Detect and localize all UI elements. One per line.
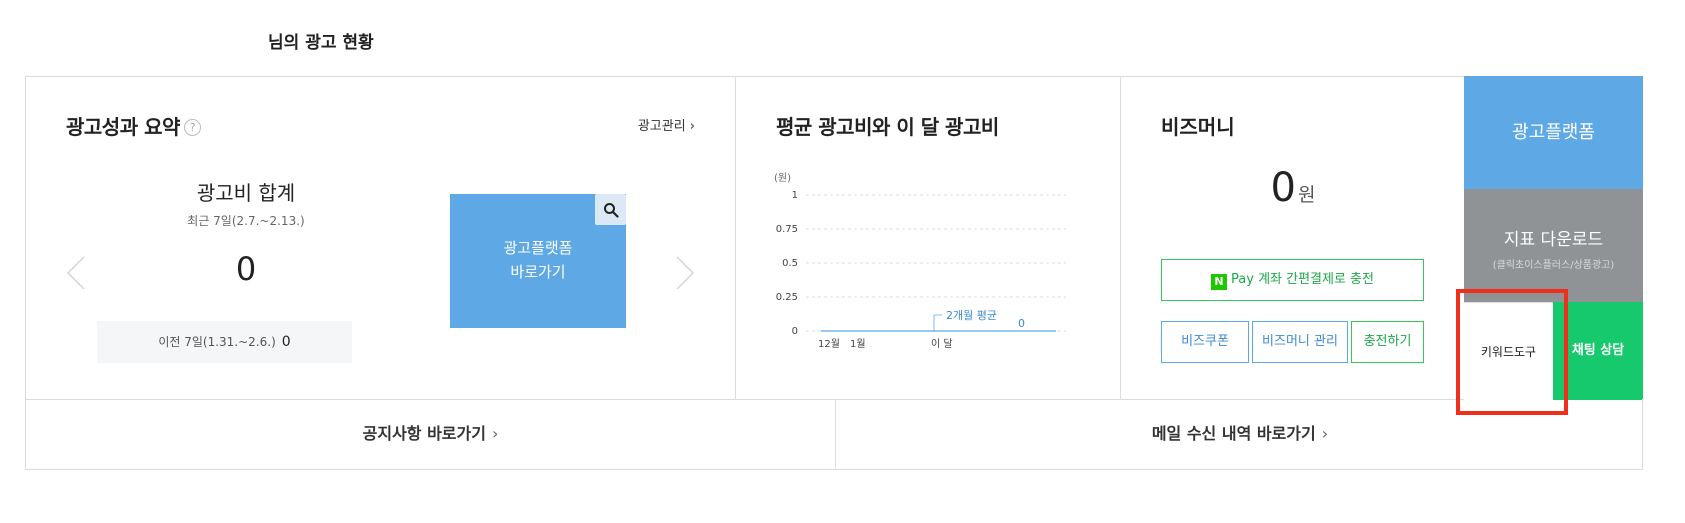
page-title: 님의 광고 현황 bbox=[268, 33, 374, 53]
bizmoney-manage-button[interactable]: 비즈머니 관리 bbox=[1252, 321, 1348, 363]
y-tick-label: 0.75 bbox=[776, 224, 798, 235]
ad-cost-period: 최근 7일(2.7.~2.13.) bbox=[187, 214, 305, 228]
bizmoney-amount: 0원 bbox=[1121, 165, 1465, 211]
avg-annotation-pointer bbox=[933, 314, 942, 331]
charge-button[interactable]: 충전하기 bbox=[1351, 321, 1424, 363]
bottom-links-row: 공지사항 바로가기 › 메일 수신 내역 바로가기 › bbox=[25, 399, 1643, 470]
bizmoney-title: 비즈머니 bbox=[1161, 115, 1235, 139]
ad-summary-title-text: 광고성과 요약 bbox=[66, 115, 180, 139]
previous-period-box: 이전 7일(1.31.~2.6.) 0 bbox=[97, 321, 352, 363]
avg-cost-chart: (원) 1 0.75 0.5 0.25 0 12월 1월 이 달 2개월 평균 0 bbox=[774, 172, 1066, 350]
bizmoney-unit: 원 bbox=[1297, 184, 1316, 206]
ad-summary-title: 광고성과 요약? bbox=[66, 111, 201, 140]
platform-card-line2: 바로가기 bbox=[510, 263, 566, 281]
report-download-sub-label: (클릭초이스플러스/상품광고) bbox=[1492, 260, 1615, 271]
chevron-right-icon: › bbox=[491, 424, 499, 443]
chevron-right-icon: › bbox=[1321, 424, 1329, 443]
ad-manage-link-label: 광고관리 bbox=[637, 119, 686, 134]
y-tick-label: 0.25 bbox=[776, 292, 798, 303]
search-icon[interactable] bbox=[595, 194, 626, 225]
npay-logo-icon: N bbox=[1211, 274, 1228, 290]
mail-history-link[interactable]: 메일 수신 내역 바로가기 › bbox=[836, 399, 1644, 469]
dashboard-top-row: 광고성과 요약? 광고관리 › 광고비 합계 최근 7일(2.7.~2.13.)… bbox=[25, 76, 1643, 400]
help-icon[interactable]: ? bbox=[183, 119, 201, 136]
highlight-box bbox=[1456, 289, 1568, 415]
x-tick-label: 12월 bbox=[818, 338, 840, 350]
ad-cost-value: 0 bbox=[235, 250, 257, 288]
x-tick-label: 1월 bbox=[850, 338, 866, 350]
x-tick-label: 이 달 bbox=[931, 338, 953, 350]
ad-cost-total-title: 광고비 합계 bbox=[196, 181, 296, 205]
side-report-download-button[interactable]: 지표 다운로드 (클릭초이스플러스/상품광고) bbox=[1464, 189, 1643, 302]
ad-manage-link[interactable]: 광고관리 › bbox=[638, 115, 695, 134]
next-arrow-icon[interactable] bbox=[673, 255, 697, 291]
notice-link-label: 공지사항 바로가기 bbox=[362, 424, 486, 443]
avg-annotation-label: 2개월 평균 bbox=[946, 309, 997, 322]
side-ad-platform-button[interactable]: 광고플랫폼 bbox=[1464, 76, 1643, 189]
mail-history-link-label: 메일 수신 내역 바로가기 bbox=[1151, 424, 1316, 443]
this-month-value-label: 0 bbox=[1018, 317, 1025, 330]
y-axis-unit-label: (원) bbox=[774, 172, 791, 184]
ad-summary-panel: 광고성과 요약? 광고관리 › 광고비 합계 최근 7일(2.7.~2.13.)… bbox=[26, 77, 736, 399]
y-tick-label: 0 bbox=[792, 326, 798, 337]
bizmoney-panel: 비즈머니 0원 N Pay 계좌 간편결제로 충전 비즈쿠폰 비즈머니 관리 충전… bbox=[1121, 77, 1465, 399]
biz-coupon-button[interactable]: 비즈쿠폰 bbox=[1161, 321, 1249, 363]
npay-charge-label: Pay 계좌 간편결제로 충전 bbox=[1231, 272, 1374, 287]
avg-cost-panel: 평균 광고비와 이 달 광고비 (원) 1 0.75 0.5 0.25 0 12월 1월 이… bbox=[736, 77, 1121, 399]
chevron-right-icon: › bbox=[689, 119, 695, 134]
previous-period-value: 0 bbox=[281, 334, 291, 350]
y-tick-label: 1 bbox=[792, 190, 798, 201]
avg-cost-chart-title: 평균 광고비와 이 달 광고비 bbox=[776, 115, 999, 139]
platform-card-line1: 광고플랫폼 bbox=[503, 239, 573, 257]
y-tick-label: 0.5 bbox=[782, 258, 798, 269]
report-download-label: 지표 다운로드 bbox=[1503, 230, 1604, 250]
npay-charge-button[interactable]: N Pay 계좌 간편결제로 충전 bbox=[1161, 259, 1424, 301]
previous-period-label: 이전 7일(1.31.~2.6.) bbox=[158, 335, 276, 349]
notice-link[interactable]: 공지사항 바로가기 › bbox=[26, 399, 836, 469]
bizmoney-amount-value: 0 bbox=[1270, 165, 1296, 211]
ad-platform-shortcut-card[interactable]: 광고플랫폼 바로가기 bbox=[450, 194, 626, 328]
prev-arrow-icon[interactable] bbox=[64, 255, 88, 291]
